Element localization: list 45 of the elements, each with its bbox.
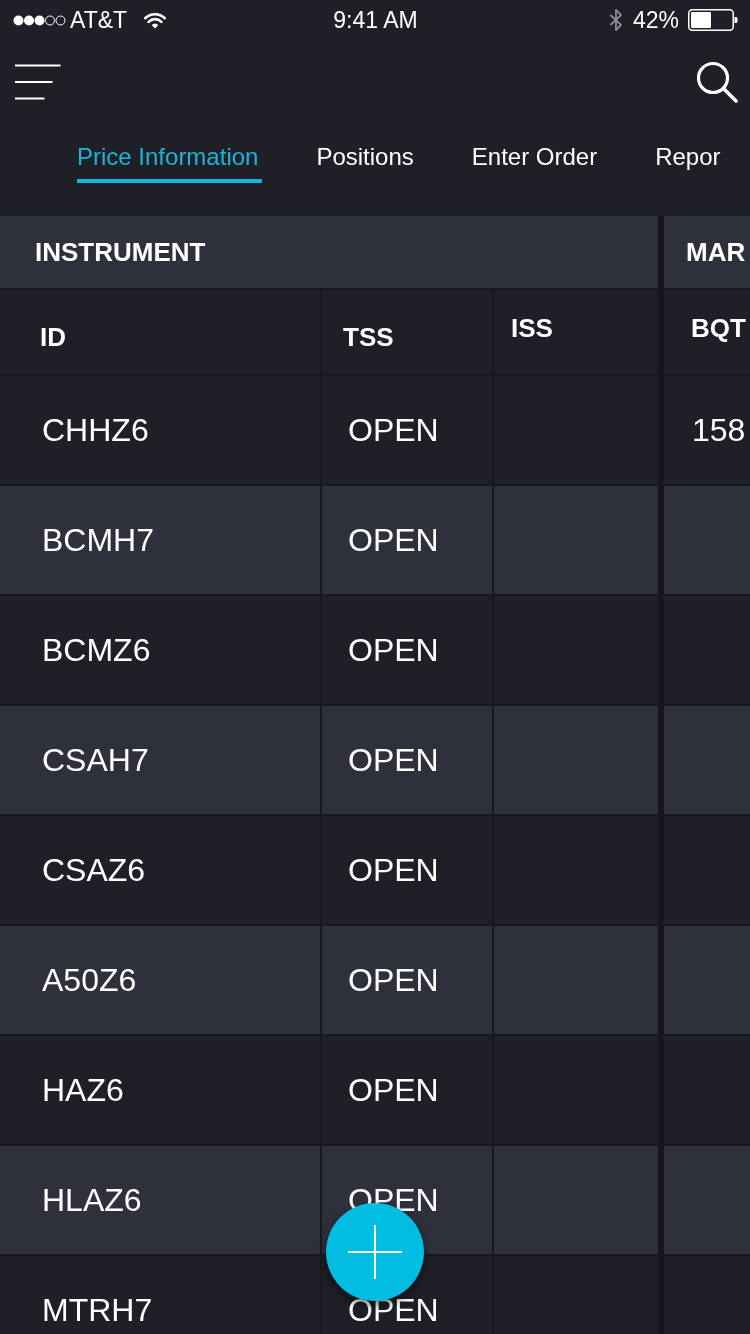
carrier-name: AT&T: [70, 6, 128, 34]
table-row[interactable]: BCMZ6 OPEN: [0, 596, 750, 706]
table-row[interactable]: A50Z6 OPEN: [0, 926, 750, 1036]
table-row[interactable]: CSAZ6 OPEN: [0, 816, 750, 926]
battery-icon: [688, 9, 738, 31]
table-cell: BCMZ6: [0, 596, 322, 704]
table-cell: HLAZ6: [0, 1146, 322, 1254]
table-cell: OPEN: [322, 706, 494, 814]
signal-icon: [13, 14, 66, 26]
tab[interactable]: Enter Order: [471, 142, 602, 183]
table-row[interactable]: BCMH7 OPEN: [0, 486, 750, 596]
tab[interactable]: Price Information: [77, 142, 263, 183]
tab[interactable]: Repor: [655, 142, 725, 183]
search-button[interactable]: [696, 61, 738, 103]
table-cell: OPEN: [322, 596, 494, 704]
menu-button[interactable]: [15, 64, 61, 100]
table-cell-text: 158: [691, 410, 747, 450]
status-time: 9:41 AM: [333, 6, 418, 34]
table-cell: OPEN: [322, 816, 494, 924]
table-row[interactable]: CHHZ6 OPEN 158: [0, 376, 750, 486]
table-cell: BCMH7: [0, 486, 322, 594]
table-cell: CSAZ6: [0, 816, 322, 924]
table-cell: MTRH7: [0, 1256, 322, 1334]
bluetooth-icon: [608, 8, 623, 32]
column-header: ISS: [494, 290, 664, 376]
search-icon: [696, 61, 738, 103]
table-cell: CHHZ6: [0, 376, 322, 484]
table-cell: OPEN: [322, 376, 494, 484]
column-header: ID: [0, 290, 322, 376]
table-row[interactable]: CSAH7 OPEN: [0, 706, 750, 816]
column-header: TSS: [322, 290, 494, 376]
table-cell: A50Z6: [0, 926, 322, 1034]
wifi-icon: [144, 11, 167, 29]
battery-percent: 42%: [632, 6, 679, 34]
table-cell: CSAH7: [0, 706, 322, 814]
table-cell: OPEN: [322, 926, 494, 1034]
table-cell: OPEN: [322, 1036, 494, 1144]
table-row[interactable]: HAZ6 OPEN: [0, 1036, 750, 1146]
table-cell: HAZ6: [0, 1036, 322, 1144]
plus-icon: [348, 1225, 402, 1279]
table-cell: OPEN: [322, 486, 494, 594]
column-group-header: MAR: [664, 216, 750, 290]
tab[interactable]: Positions: [316, 142, 418, 183]
menu-icon: [15, 64, 61, 100]
column-group-header: INSTRUMENT: [0, 216, 664, 290]
